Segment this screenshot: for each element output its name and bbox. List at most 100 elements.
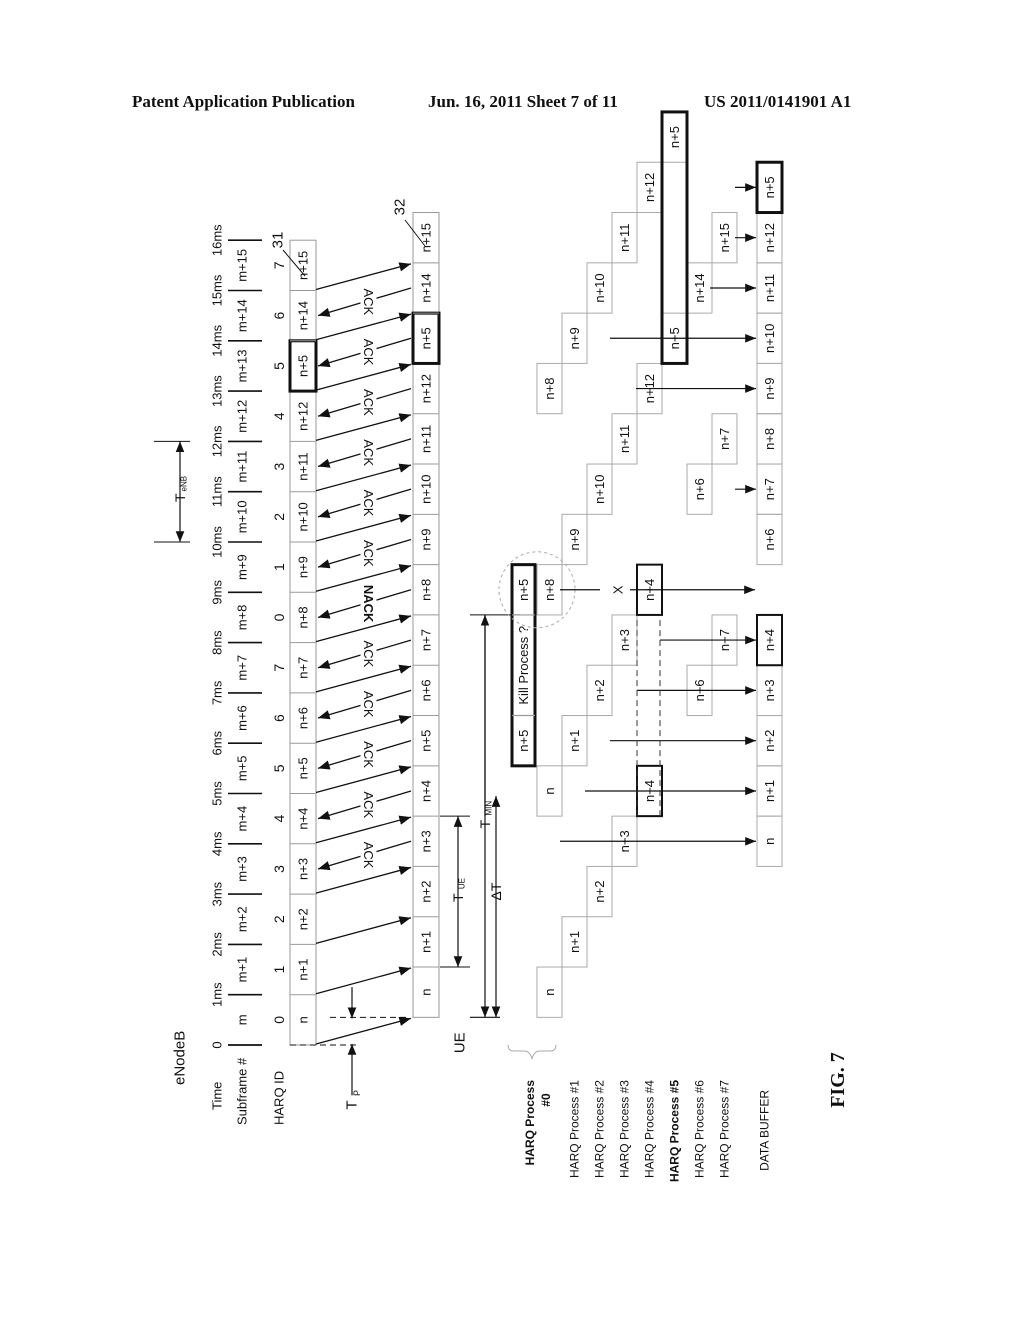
harq-process-cell-label: n+2 — [592, 881, 607, 903]
downlink-arrow — [315, 362, 412, 391]
harq-process-label: HARQ Process #2 — [593, 1080, 607, 1178]
harq-process-cell-label: n+5 — [667, 126, 682, 148]
harq-process-cell-label: n+7 — [717, 428, 732, 450]
enb-packet-label: n+3 — [296, 858, 311, 880]
ue-packet-label: n+10 — [419, 475, 434, 504]
enb-packet-label: n+7 — [296, 657, 311, 679]
ue-packet-label: n+9 — [419, 528, 434, 550]
harq-process-cell-label: n+15 — [717, 223, 732, 252]
ack-label: ACK — [361, 540, 376, 567]
downlink-arrow — [315, 312, 412, 341]
time-tick-label: 15ms — [210, 274, 225, 306]
harq-process-label: HARQ Process — [523, 1080, 537, 1166]
ue-packet-label: n+5 — [419, 327, 434, 349]
harq-id-label: 3 — [271, 462, 287, 470]
subframe-label: m+12 — [235, 400, 250, 433]
enb-packet-label: n+12 — [296, 402, 311, 431]
harq-id-label: 6 — [271, 714, 287, 722]
subframe-label: m+5 — [235, 756, 250, 782]
data-buffer-cell-label: n+3 — [762, 679, 777, 701]
ack-label: ACK — [361, 439, 376, 466]
harq-process-cell-label: n+9 — [567, 528, 582, 550]
subframe-label: m+15 — [235, 249, 250, 282]
ue-packet-label: n+1 — [419, 931, 434, 953]
enb-packet-label: n+1 — [296, 959, 311, 981]
delta-t-label: ΔT — [488, 882, 504, 900]
downlink-arrow — [315, 413, 412, 442]
harq-process-cell-label: n+3 — [617, 629, 632, 651]
enb-packet-label: n — [296, 1016, 311, 1023]
time-tick-label: 0 — [210, 1041, 225, 1048]
tue-label: T — [450, 893, 466, 902]
ue-packet-label: n+2 — [419, 881, 434, 903]
downlink-arrow — [315, 765, 412, 794]
ue-packet-label: n+14 — [419, 273, 434, 302]
tenb-subscript: eNB — [180, 476, 189, 492]
data-buffer-label: DATA BUFFER — [758, 1090, 772, 1171]
harq-process-cell-label: n+8 — [542, 579, 557, 601]
harq-process-cell-label: n — [542, 787, 557, 794]
kill-box-right-label: n+5 — [516, 579, 531, 601]
enb-packet-label: n+10 — [296, 502, 311, 531]
subframe-label: m+13 — [235, 350, 250, 383]
enb-packet-label: n+4 — [296, 808, 311, 830]
tp-label: T — [344, 1100, 361, 1109]
harq-process-5-buffer-box — [660, 110, 689, 365]
ack-label: ACK — [361, 842, 376, 869]
downlink-arrow — [315, 513, 412, 542]
ue-packet-label: n+7 — [419, 629, 434, 651]
subframe-label: m+3 — [235, 856, 250, 882]
data-buffer-cell-label: n+10 — [762, 324, 777, 353]
time-tick-label: 7ms — [210, 680, 225, 705]
downlink-arrow — [315, 262, 412, 291]
ue-packet-label: n+11 — [419, 425, 434, 453]
data-buffer-cell-label: n+1 — [762, 780, 777, 802]
time-tick-label: 6ms — [210, 730, 225, 755]
tp-subscript: P — [352, 1090, 362, 1096]
harq-process-label: HARQ Process #7 — [718, 1080, 732, 1178]
enb-packet-label: n+2 — [296, 908, 311, 930]
downlink-arrow — [315, 664, 412, 693]
enb-packet-label: n+5 — [296, 355, 311, 377]
subframe-label: m+9 — [235, 554, 250, 580]
harq-id-label: 4 — [271, 412, 287, 420]
row-label-harq-id: HARQ ID — [272, 1071, 287, 1125]
ack-label: ACK — [361, 791, 376, 818]
time-tick-label: 13ms — [210, 375, 225, 407]
subframe-label: m+1 — [235, 957, 250, 983]
ack-label: ACK — [361, 641, 376, 668]
downlink-arrow — [315, 715, 412, 743]
ue-packet-label: n+8 — [419, 579, 434, 601]
data-buffer-cell-label: n+7 — [762, 478, 777, 500]
harq-process-cell-label: n+11 — [617, 425, 632, 453]
enb-packet-label: n+14 — [296, 301, 311, 330]
data-buffer-cell-label: n — [762, 838, 777, 845]
harq-id-label: 3 — [271, 865, 287, 873]
harq-process-cell-label: n+8 — [542, 378, 557, 400]
harq-id-label: 5 — [271, 764, 287, 772]
harq-id-label: 6 — [271, 312, 287, 320]
harq-id-label: 2 — [271, 513, 287, 521]
data-buffer-cell-label: n+6 — [762, 528, 777, 550]
harq-process-cell-label: n+2 — [592, 679, 607, 701]
kill-box-left-label: n+5 — [516, 730, 531, 752]
harq-process-cell-label: n+1 — [567, 931, 582, 953]
ue-packet-label: n+12 — [419, 374, 434, 403]
harq-id-label: 1 — [271, 965, 287, 973]
time-tick-label: 12ms — [210, 425, 225, 457]
data-buffer-cell-label: n+9 — [762, 378, 777, 400]
enb-packet-label: n+8 — [296, 606, 311, 628]
subframe-label: m+14 — [235, 299, 250, 332]
time-tick-label: 16ms — [210, 224, 225, 256]
harq-process-label: HARQ Process #3 — [618, 1080, 632, 1178]
downlink-arrow — [315, 463, 412, 492]
downlink-arrow — [315, 966, 412, 995]
enb-packet-label: n+11 — [296, 452, 311, 480]
ue-label: UE — [452, 1032, 469, 1053]
harq-id-label: 7 — [271, 664, 287, 672]
harq-id-label: 0 — [271, 1016, 287, 1024]
time-tick-label: 9ms — [210, 580, 225, 605]
ack-label: ACK — [361, 389, 376, 416]
harq-process-cell-label: n+1 — [567, 730, 582, 752]
harq-process-0-brace — [507, 1044, 557, 1060]
